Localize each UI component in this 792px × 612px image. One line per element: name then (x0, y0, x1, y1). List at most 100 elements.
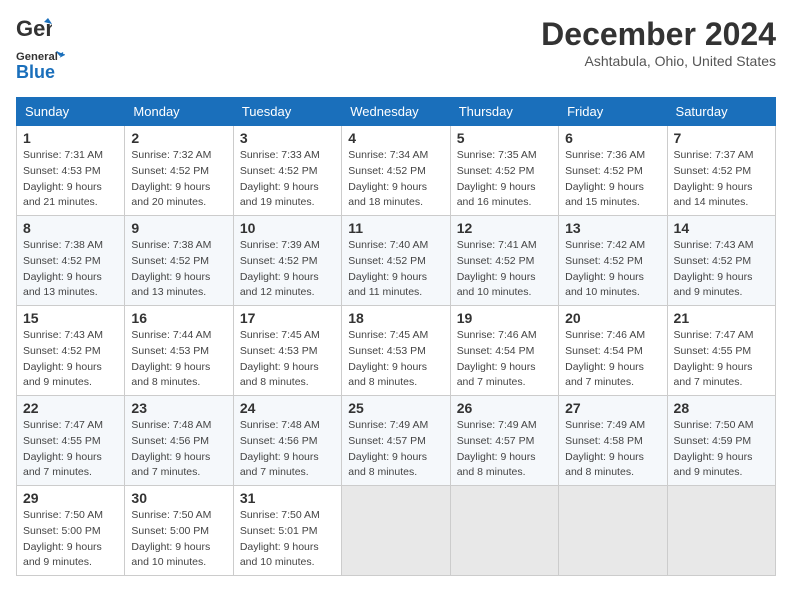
day-number: 24 (240, 400, 335, 416)
day-info: Sunrise: 7:38 AM Sunset: 4:52 PM Dayligh… (131, 238, 226, 301)
day-info: Sunrise: 7:47 AM Sunset: 4:55 PM Dayligh… (23, 418, 118, 481)
location: Ashtabula, Ohio, United States (541, 53, 776, 69)
calendar-cell: 12 Sunrise: 7:41 AM Sunset: 4:52 PM Dayli… (450, 216, 558, 306)
calendar-week-row: 1 Sunrise: 7:31 AM Sunset: 4:53 PM Daylig… (17, 126, 776, 216)
day-info: Sunrise: 7:45 AM Sunset: 4:53 PM Dayligh… (348, 328, 443, 391)
title-block: December 2024 Ashtabula, Ohio, United St… (541, 16, 776, 69)
day-number: 4 (348, 130, 443, 146)
day-number: 25 (348, 400, 443, 416)
day-info: Sunrise: 7:50 AM Sunset: 5:00 PM Dayligh… (23, 508, 118, 571)
weekday-header: Monday (125, 98, 233, 126)
calendar-cell: 27 Sunrise: 7:49 AM Sunset: 4:58 PM Dayli… (559, 396, 667, 486)
day-info: Sunrise: 7:43 AM Sunset: 4:52 PM Dayligh… (674, 238, 769, 301)
day-info: Sunrise: 7:43 AM Sunset: 4:52 PM Dayligh… (23, 328, 118, 391)
day-info: Sunrise: 7:48 AM Sunset: 4:56 PM Dayligh… (131, 418, 226, 481)
day-info: Sunrise: 7:46 AM Sunset: 4:54 PM Dayligh… (457, 328, 552, 391)
day-number: 23 (131, 400, 226, 416)
calendar-cell: 1 Sunrise: 7:31 AM Sunset: 4:53 PM Daylig… (17, 126, 125, 216)
calendar-cell: 29 Sunrise: 7:50 AM Sunset: 5:00 PM Dayli… (17, 486, 125, 576)
calendar-cell: 24Sunrise: 7:48 AM Sunset: 4:56 PM Dayli… (233, 396, 341, 486)
day-number: 28 (674, 400, 769, 416)
day-info: Sunrise: 7:40 AM Sunset: 4:52 PM Dayligh… (348, 238, 443, 301)
calendar-cell: 3Sunrise: 7:33 AM Sunset: 4:52 PM Daylig… (233, 126, 341, 216)
day-number: 27 (565, 400, 660, 416)
day-number: 17 (240, 310, 335, 326)
day-info: Sunrise: 7:36 AM Sunset: 4:52 PM Dayligh… (565, 148, 660, 211)
calendar-table: SundayMondayTuesdayWednesdayThursdayFrid… (16, 97, 776, 576)
day-info: Sunrise: 7:47 AM Sunset: 4:55 PM Dayligh… (674, 328, 769, 391)
calendar-header-row: SundayMondayTuesdayWednesdayThursdayFrid… (17, 98, 776, 126)
page-header: General General Blue December 2024 Ashta… (16, 16, 776, 89)
weekday-header: Friday (559, 98, 667, 126)
day-info: Sunrise: 7:50 AM Sunset: 5:00 PM Dayligh… (131, 508, 226, 571)
calendar-cell: 14 Sunrise: 7:43 AM Sunset: 4:52 PM Dayli… (667, 216, 775, 306)
calendar-cell: 15 Sunrise: 7:43 AM Sunset: 4:52 PM Dayli… (17, 306, 125, 396)
day-info: Sunrise: 7:38 AM Sunset: 4:52 PM Dayligh… (23, 238, 118, 301)
logo: General General Blue (16, 16, 66, 89)
calendar-cell: 28 Sunrise: 7:50 AM Sunset: 4:59 PM Dayli… (667, 396, 775, 486)
day-info: Sunrise: 7:49 AM Sunset: 4:58 PM Dayligh… (565, 418, 660, 481)
calendar-cell: 5 Sunrise: 7:35 AM Sunset: 4:52 PM Daylig… (450, 126, 558, 216)
weekday-header: Thursday (450, 98, 558, 126)
calendar-cell: 6 Sunrise: 7:36 AM Sunset: 4:52 PM Daylig… (559, 126, 667, 216)
day-info: Sunrise: 7:37 AM Sunset: 4:52 PM Dayligh… (674, 148, 769, 211)
calendar-cell: 7 Sunrise: 7:37 AM Sunset: 4:52 PM Daylig… (667, 126, 775, 216)
day-number: 9 (131, 220, 226, 236)
day-info: Sunrise: 7:33 AM Sunset: 4:52 PM Dayligh… (240, 148, 335, 211)
day-info: Sunrise: 7:45 AM Sunset: 4:53 PM Dayligh… (240, 328, 335, 391)
day-info: Sunrise: 7:44 AM Sunset: 4:53 PM Dayligh… (131, 328, 226, 391)
day-info: Sunrise: 7:35 AM Sunset: 4:52 PM Dayligh… (457, 148, 552, 211)
day-number: 20 (565, 310, 660, 326)
calendar-week-row: 22Sunrise: 7:47 AM Sunset: 4:55 PM Dayli… (17, 396, 776, 486)
day-info: Sunrise: 7:49 AM Sunset: 4:57 PM Dayligh… (348, 418, 443, 481)
calendar-cell: 31 Sunrise: 7:50 AM Sunset: 5:01 PM Dayli… (233, 486, 341, 576)
day-number: 7 (674, 130, 769, 146)
calendar-cell: 30Sunrise: 7:50 AM Sunset: 5:00 PM Dayli… (125, 486, 233, 576)
day-info: Sunrise: 7:50 AM Sunset: 5:01 PM Dayligh… (240, 508, 335, 571)
weekday-header: Sunday (17, 98, 125, 126)
calendar-cell: 23 Sunrise: 7:48 AM Sunset: 4:56 PM Dayli… (125, 396, 233, 486)
calendar-cell: 10Sunrise: 7:39 AM Sunset: 4:52 PM Dayli… (233, 216, 341, 306)
calendar-cell: 19 Sunrise: 7:46 AM Sunset: 4:54 PM Dayli… (450, 306, 558, 396)
day-number: 21 (674, 310, 769, 326)
day-number: 1 (23, 130, 118, 146)
day-number: 18 (348, 310, 443, 326)
day-number: 2 (131, 130, 226, 146)
day-info: Sunrise: 7:42 AM Sunset: 4:52 PM Dayligh… (565, 238, 660, 301)
weekday-header: Wednesday (342, 98, 450, 126)
day-number: 31 (240, 490, 335, 506)
day-number: 5 (457, 130, 552, 146)
calendar-cell: 11Sunrise: 7:40 AM Sunset: 4:52 PM Dayli… (342, 216, 450, 306)
day-info: Sunrise: 7:32 AM Sunset: 4:52 PM Dayligh… (131, 148, 226, 211)
calendar-cell: 22Sunrise: 7:47 AM Sunset: 4:55 PM Dayli… (17, 396, 125, 486)
calendar-cell: 2 Sunrise: 7:32 AM Sunset: 4:52 PM Daylig… (125, 126, 233, 216)
calendar-cell: 20Sunrise: 7:46 AM Sunset: 4:54 PM Dayli… (559, 306, 667, 396)
calendar-cell (450, 486, 558, 576)
logo-icon: General (16, 16, 52, 44)
calendar-week-row: 29 Sunrise: 7:50 AM Sunset: 5:00 PM Dayli… (17, 486, 776, 576)
day-info: Sunrise: 7:50 AM Sunset: 4:59 PM Dayligh… (674, 418, 769, 481)
day-number: 29 (23, 490, 118, 506)
day-info: Sunrise: 7:39 AM Sunset: 4:52 PM Dayligh… (240, 238, 335, 301)
day-info: Sunrise: 7:41 AM Sunset: 4:52 PM Dayligh… (457, 238, 552, 301)
calendar-cell: 21 Sunrise: 7:47 AM Sunset: 4:55 PM Dayli… (667, 306, 775, 396)
calendar-cell (342, 486, 450, 576)
day-number: 19 (457, 310, 552, 326)
day-number: 14 (674, 220, 769, 236)
day-info: Sunrise: 7:49 AM Sunset: 4:57 PM Dayligh… (457, 418, 552, 481)
calendar-cell (559, 486, 667, 576)
calendar-cell: 16 Sunrise: 7:44 AM Sunset: 4:53 PM Dayli… (125, 306, 233, 396)
calendar-cell: 8Sunrise: 7:38 AM Sunset: 4:52 PM Daylig… (17, 216, 125, 306)
calendar-cell: 18 Sunrise: 7:45 AM Sunset: 4:53 PM Dayli… (342, 306, 450, 396)
calendar-cell (667, 486, 775, 576)
calendar-cell: 25 Sunrise: 7:49 AM Sunset: 4:57 PM Dayli… (342, 396, 450, 486)
day-number: 12 (457, 220, 552, 236)
day-number: 16 (131, 310, 226, 326)
calendar-cell: 4Sunrise: 7:34 AM Sunset: 4:52 PM Daylig… (342, 126, 450, 216)
svg-text:Blue: Blue (16, 62, 55, 82)
day-number: 15 (23, 310, 118, 326)
day-number: 6 (565, 130, 660, 146)
calendar-week-row: 15 Sunrise: 7:43 AM Sunset: 4:52 PM Dayli… (17, 306, 776, 396)
day-info: Sunrise: 7:31 AM Sunset: 4:53 PM Dayligh… (23, 148, 118, 211)
month-title: December 2024 (541, 16, 776, 53)
